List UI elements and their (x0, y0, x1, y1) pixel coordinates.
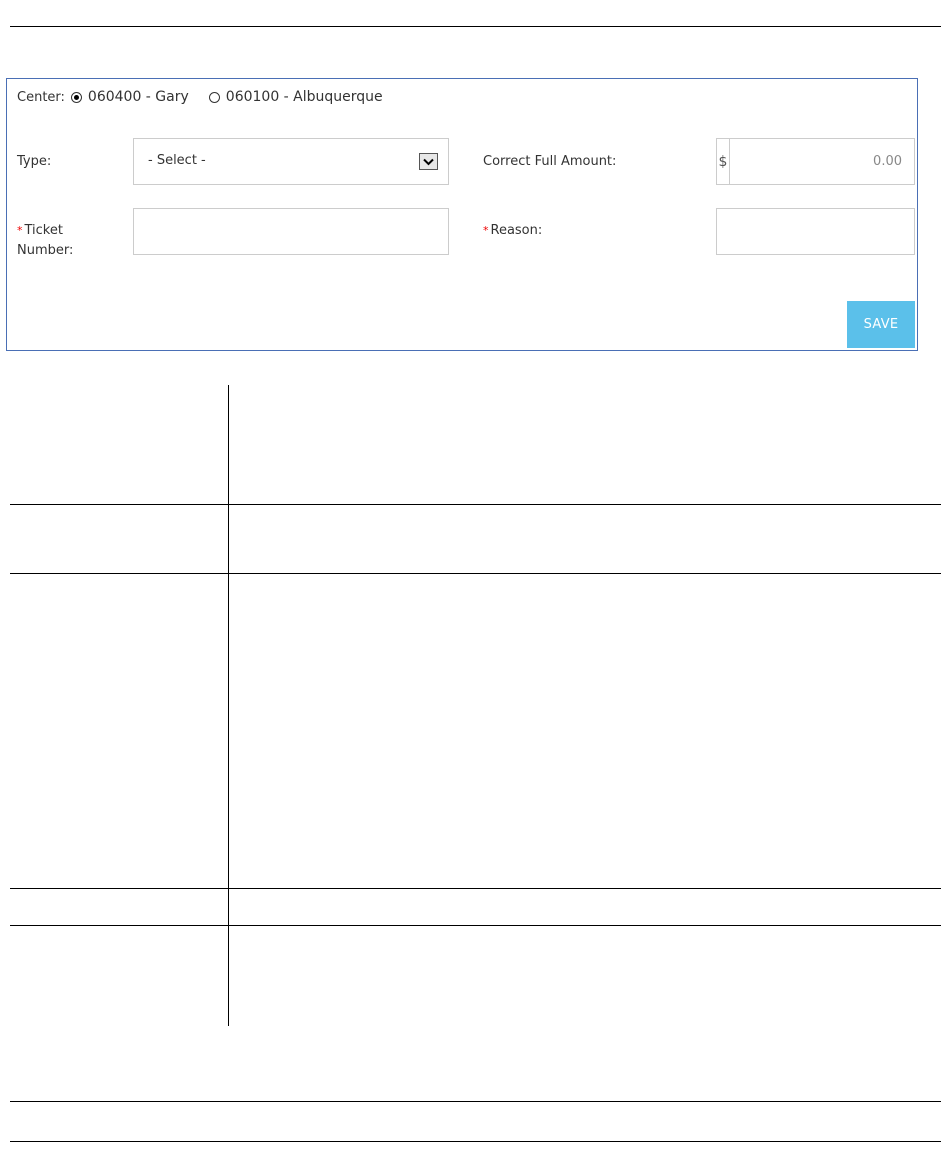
table-row-divider (10, 504, 941, 505)
reason-input[interactable] (716, 208, 915, 255)
ticket-number-label: * Ticket Number: (17, 221, 73, 261)
required-marker: * (17, 224, 23, 237)
reason-label: * Reason: (483, 221, 542, 241)
correct-full-amount-label: Correct Full Amount: (483, 154, 617, 169)
center-option-label: 060100 - Albuquerque (225, 89, 383, 105)
save-button[interactable]: SAVE (847, 301, 915, 348)
table-column-divider (228, 385, 229, 1026)
radio-unchecked-icon[interactable] (208, 91, 220, 103)
ticket-number-label-line1: Ticket (24, 223, 63, 238)
type-select[interactable]: - Select - (133, 138, 449, 185)
type-select-value: - Select - (148, 153, 206, 168)
dollar-sign-icon: $ (717, 139, 730, 184)
ticket-number-input[interactable] (133, 208, 449, 255)
radio-checked-icon[interactable] (70, 91, 82, 103)
center-selector: Center: 060400 - Gary 060100 - Albuquerq… (17, 89, 403, 105)
ticket-number-label-line2: Number: (17, 243, 74, 258)
correct-full-amount-input[interactable] (730, 139, 914, 184)
top-rule (10, 26, 941, 27)
bottom-rule (10, 1141, 941, 1142)
center-option-albuquerque[interactable]: 060100 - Albuquerque (208, 89, 383, 105)
center-option-label: 060400 - Gary (87, 89, 189, 105)
center-label: Center: (17, 89, 65, 105)
table-row-divider (10, 573, 941, 574)
bottom-rule (10, 1101, 941, 1102)
required-marker: * (483, 224, 489, 237)
chevron-down-icon[interactable] (419, 153, 438, 170)
adjustment-form: Center: 060400 - Gary 060100 - Albuquerq… (6, 78, 918, 351)
table-row-divider (10, 888, 941, 889)
correct-full-amount-group: $ (716, 138, 915, 185)
center-option-gary[interactable]: 060400 - Gary (70, 89, 189, 105)
reason-label-text: Reason: (490, 223, 543, 238)
table-row-divider (10, 925, 941, 926)
type-label: Type: (17, 154, 52, 169)
